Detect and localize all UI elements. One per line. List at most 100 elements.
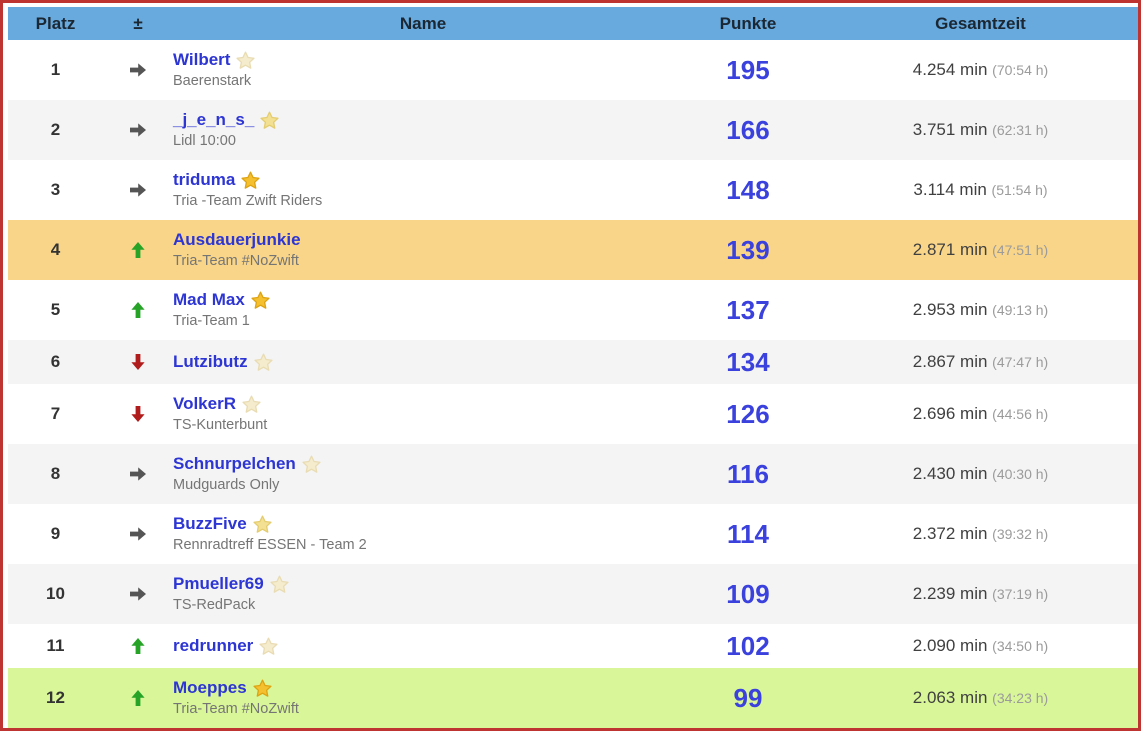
time-hours: (62:31 h) [992, 122, 1048, 138]
leaderboard-table: Platz ± Name Punkte Gesamtzeit 1 Wilbert… [8, 7, 1138, 728]
rider-cell: Moeppes Tria-Team #NoZwift [173, 668, 673, 728]
points-cell: 137 [673, 295, 823, 326]
rider-cell: Pmueller69 TS-RedPack [173, 564, 673, 624]
rider-name-link[interactable]: Wilbert [173, 50, 230, 69]
team-name: Mudguards Only [173, 475, 673, 495]
star-icon [259, 110, 280, 131]
time-cell: 4.254 min (70:54 h) [823, 60, 1138, 80]
table-row: 3 triduma Tria -Team Zwift Riders 148 3.… [8, 160, 1138, 220]
rank-cell: 10 [8, 584, 103, 604]
arrow-right-icon [128, 120, 148, 140]
star-icon [252, 514, 273, 535]
time-hours: (47:47 h) [992, 354, 1048, 370]
rider-cell: Schnurpelchen Mudguards Only [173, 444, 673, 504]
points-cell: 134 [673, 347, 823, 378]
arrow-right-icon [128, 60, 148, 80]
rider-name-link[interactable]: Mad Max [173, 290, 245, 309]
table-row: 4 Ausdauerjunkie Tria-Team #NoZwift 139 … [8, 220, 1138, 280]
rank-cell: 7 [8, 404, 103, 424]
rider-name-link[interactable]: BuzzFive [173, 514, 247, 533]
points-cell: 102 [673, 631, 823, 662]
trend-cell [103, 180, 173, 200]
star-icon [269, 574, 290, 595]
rider-name-link[interactable]: Ausdauerjunkie [173, 230, 301, 249]
star-icon [241, 394, 262, 415]
team-name: Lidl 10:00 [173, 131, 673, 151]
star-icon [240, 170, 261, 191]
rider-name-link[interactable]: Lutzibutz [173, 352, 248, 371]
time-cell: 2.063 min (34:23 h) [823, 688, 1138, 708]
table-row: 10 Pmueller69 TS-RedPack 109 2.239 min (… [8, 564, 1138, 624]
rank-cell: 11 [8, 636, 103, 656]
star-icon [250, 290, 271, 311]
time-cell: 2.239 min (37:19 h) [823, 584, 1138, 604]
table-row: 8 Schnurpelchen Mudguards Only 116 2.430… [8, 444, 1138, 504]
arrow-right-icon [128, 584, 148, 604]
rider-cell: VolkerR TS-Kunterbunt [173, 384, 673, 444]
arrow-right-icon [128, 464, 148, 484]
time-cell: 2.090 min (34:50 h) [823, 636, 1138, 656]
rider-name-link[interactable]: redrunner [173, 636, 253, 655]
time-cell: 2.430 min (40:30 h) [823, 464, 1138, 484]
rank-cell: 6 [8, 352, 103, 372]
time-min: 2.063 min [913, 688, 988, 707]
time-hours: (49:13 h) [992, 302, 1048, 318]
column-header-trend: ± [103, 14, 173, 34]
time-hours: (47:51 h) [992, 242, 1048, 258]
rider-name-link[interactable]: triduma [173, 170, 235, 189]
rider-cell: Ausdauerjunkie Tria-Team #NoZwift [173, 220, 673, 280]
time-cell: 3.114 min (51:54 h) [823, 180, 1138, 200]
time-min: 3.751 min [913, 120, 988, 139]
column-header-gesamtzeit: Gesamtzeit [823, 14, 1138, 34]
rider-name-link[interactable]: Pmueller69 [173, 574, 264, 593]
time-min: 2.871 min [913, 240, 988, 259]
points-cell: 126 [673, 399, 823, 430]
table-row: 11 redrunner 102 2.090 min (34:50 h) [8, 624, 1138, 668]
arrow-right-icon [128, 524, 148, 544]
rank-cell: 2 [8, 120, 103, 140]
table-row: 5 Mad Max Tria-Team 1 137 2.953 min (49:… [8, 280, 1138, 340]
points-cell: 116 [673, 459, 823, 490]
time-hours: (34:50 h) [992, 638, 1048, 654]
arrow-down-icon [128, 352, 148, 372]
points-cell: 166 [673, 115, 823, 146]
time-hours: (44:56 h) [992, 406, 1048, 422]
star-icon [253, 352, 274, 373]
points-cell: 99 [673, 683, 823, 714]
star-icon [235, 50, 256, 71]
team-name: TS-Kunterbunt [173, 415, 673, 435]
rank-cell: 1 [8, 60, 103, 80]
rider-cell: BuzzFive Rennradtreff ESSEN - Team 2 [173, 504, 673, 564]
points-cell: 109 [673, 579, 823, 610]
arrow-up-icon [128, 688, 148, 708]
time-min: 2.696 min [913, 404, 988, 423]
team-name: Tria-Team #NoZwift [173, 251, 673, 271]
trend-cell [103, 60, 173, 80]
team-name: Baerenstark [173, 71, 673, 91]
star-icon [258, 636, 279, 657]
team-name: TS-RedPack [173, 595, 673, 615]
time-cell: 2.871 min (47:51 h) [823, 240, 1138, 260]
rider-name-link[interactable]: Schnurpelchen [173, 454, 296, 473]
time-hours: (34:23 h) [992, 690, 1048, 706]
column-header-name: Name [173, 14, 673, 34]
trend-cell [103, 120, 173, 140]
trend-cell [103, 300, 173, 320]
table-row: 6 Lutzibutz 134 2.867 min (47:47 h) [8, 340, 1138, 384]
trend-cell [103, 404, 173, 424]
rider-cell: triduma Tria -Team Zwift Riders [173, 160, 673, 220]
arrow-up-icon [128, 636, 148, 656]
time-min: 3.114 min [913, 180, 986, 199]
arrow-up-icon [128, 240, 148, 260]
time-min: 2.953 min [913, 300, 988, 319]
rider-name-link[interactable]: Moeppes [173, 678, 247, 697]
points-cell: 114 [673, 519, 823, 550]
table-row: 2 _j_e_n_s_ Lidl 10:00 166 3.751 min (62… [8, 100, 1138, 160]
rider-name-link[interactable]: VolkerR [173, 394, 236, 413]
trend-cell [103, 240, 173, 260]
rider-name-link[interactable]: _j_e_n_s_ [173, 110, 254, 129]
time-min: 4.254 min [913, 60, 988, 79]
rider-cell: redrunner [173, 626, 673, 666]
team-name: Tria-Team #NoZwift [173, 699, 673, 719]
trend-cell [103, 636, 173, 656]
